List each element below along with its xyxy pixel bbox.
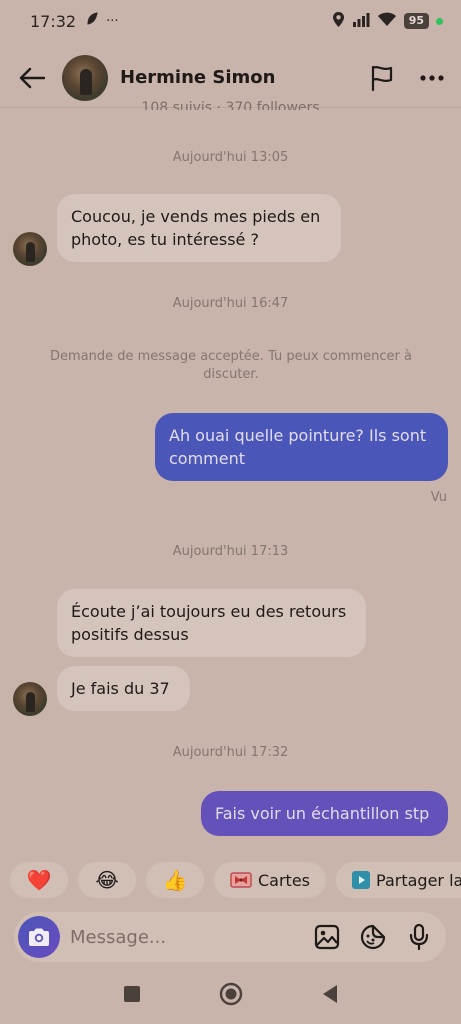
quick-replies-bar: ❤️ 😂 👍 Cartes Partager la p <box>10 862 461 898</box>
home-circle-icon[interactable] <box>219 982 243 1010</box>
share-chip[interactable]: Partager la p <box>336 862 461 898</box>
thumbs-up-emoji-icon: 👍 <box>162 868 188 892</box>
share-chip-label: Partager la p <box>376 870 461 890</box>
incoming-message[interactable]: Je fais du 37 <box>57 666 190 711</box>
request-accepted-notice: Demande de message acceptée. Tu peux com… <box>50 349 412 382</box>
message-composer <box>14 912 446 962</box>
sender-avatar[interactable] <box>13 232 47 266</box>
more-options-icon[interactable] <box>417 63 447 93</box>
sender-avatar[interactable] <box>13 682 47 716</box>
back-triangle-icon[interactable] <box>321 984 339 1008</box>
system-nav-bar <box>0 972 461 1020</box>
status-overflow: ··· <box>106 13 119 29</box>
sticker-icon[interactable] <box>358 922 388 952</box>
contact-name[interactable]: Hermine Simon <box>120 67 275 88</box>
incoming-message[interactable]: Écoute j’ai toujours eu des retours posi… <box>57 589 366 657</box>
wifi-icon <box>377 12 397 31</box>
heart-reaction-chip[interactable]: ❤️ <box>10 862 68 898</box>
back-arrow-icon[interactable] <box>16 62 48 94</box>
contact-avatar[interactable] <box>62 54 108 101</box>
gallery-icon[interactable] <box>312 922 342 952</box>
location-icon <box>332 11 345 32</box>
laughing-reaction-chip[interactable]: 😂 <box>78 862 136 898</box>
flag-icon[interactable] <box>367 63 397 93</box>
leaf-notification-icon <box>86 12 98 30</box>
incoming-message[interactable]: Coucou, je vends mes pieds en photo, es … <box>57 194 341 262</box>
thumbs-up-reaction-chip[interactable]: 👍 <box>146 862 204 898</box>
message-timestamp: Aujourd'hui 17:32 <box>172 745 289 760</box>
signal-icon <box>352 12 370 31</box>
status-bar: 17:32 ··· 95 <box>0 0 461 42</box>
recents-square-icon[interactable] <box>123 985 141 1007</box>
camera-button[interactable] <box>18 916 60 958</box>
message-timestamp: Aujourd'hui 16:47 <box>172 296 289 311</box>
outgoing-message[interactable]: Ah ouai quelle pointure? Ils sont commen… <box>155 413 448 481</box>
message-timestamp: Aujourd'hui 13:05 <box>172 150 289 165</box>
privacy-dot <box>436 17 443 25</box>
message-input[interactable] <box>70 926 312 948</box>
gift-icon <box>230 871 252 889</box>
status-time: 17:32 <box>30 11 77 31</box>
followers-summary: 108 suivis · 370 followers <box>141 100 320 110</box>
microphone-icon[interactable] <box>404 922 434 952</box>
battery-indicator: 95 <box>403 13 429 29</box>
cards-chip[interactable]: Cartes <box>214 862 327 898</box>
play-icon <box>352 871 371 889</box>
camera-icon <box>29 928 49 946</box>
message-timestamp: Aujourd'hui 17:13 <box>172 544 289 559</box>
outgoing-message[interactable]: Fais voir un échantillon stp <box>201 791 448 836</box>
heart-emoji-icon: ❤️ <box>26 868 52 892</box>
cards-chip-label: Cartes <box>258 870 311 890</box>
seen-indicator: Vu <box>430 490 447 505</box>
laughing-emoji-icon: 😂 <box>95 868 119 892</box>
